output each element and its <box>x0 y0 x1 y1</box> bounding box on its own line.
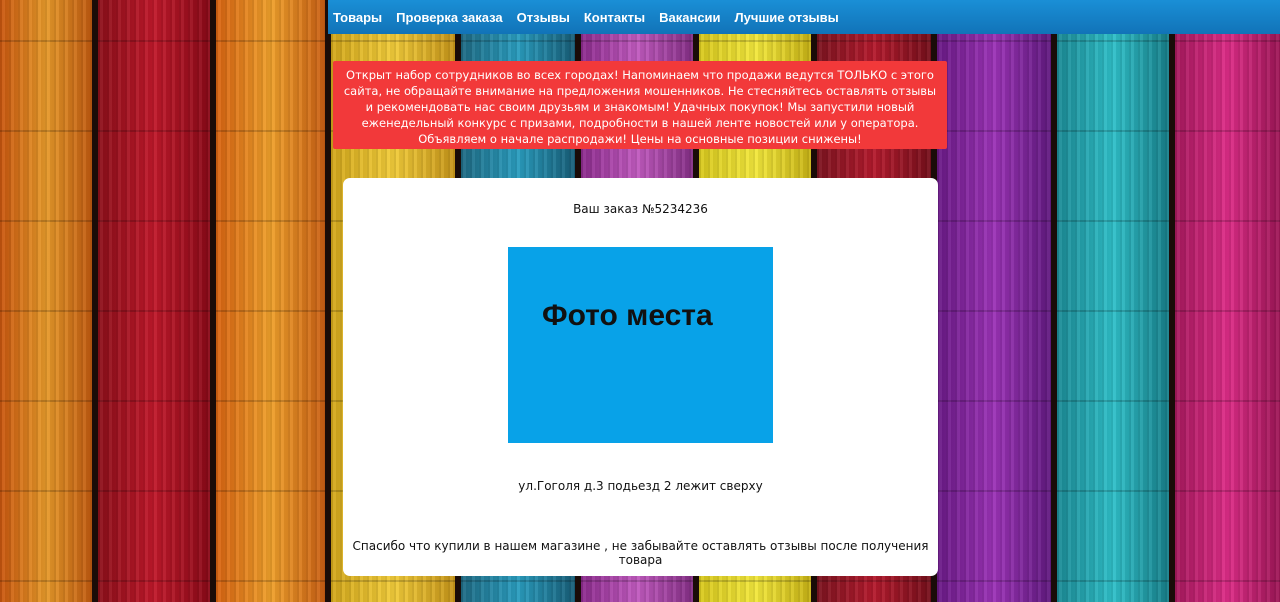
pickup-address: ул.Гоголя д.3 подьезд 2 лежит сверху <box>518 479 763 493</box>
nav-link-contacts[interactable]: Контакты <box>584 10 645 25</box>
top-navbar: Товары Проверка заказа Отзывы Контакты В… <box>328 0 1280 34</box>
nav-link-products[interactable]: Товары <box>333 10 382 25</box>
plank <box>216 0 331 602</box>
plank <box>1057 0 1175 602</box>
announcement-text: Открыт набор сотрудников во всех городах… <box>343 68 937 146</box>
nav-link-reviews[interactable]: Отзывы <box>517 10 570 25</box>
nav-link-best-reviews[interactable]: Лучшие отзывы <box>735 10 839 25</box>
nav-link-vacancies[interactable]: Вакансии <box>659 10 720 25</box>
plank <box>1175 0 1280 602</box>
plank <box>937 0 1057 602</box>
plank <box>0 0 98 602</box>
plank <box>98 0 216 602</box>
order-number-title: Ваш заказ №5234236 <box>573 202 708 216</box>
order-card: Ваш заказ №5234236 Фото места ул.Гоголя … <box>343 178 938 576</box>
place-photo-label: Фото места <box>542 299 713 332</box>
nav-link-order-check[interactable]: Проверка заказа <box>396 10 503 25</box>
thank-you-message: Спасибо что купили в нашем магазине , не… <box>352 539 929 567</box>
announcement-banner: Открыт набор сотрудников во всех городах… <box>333 61 947 149</box>
place-photo: Фото места <box>508 247 773 443</box>
